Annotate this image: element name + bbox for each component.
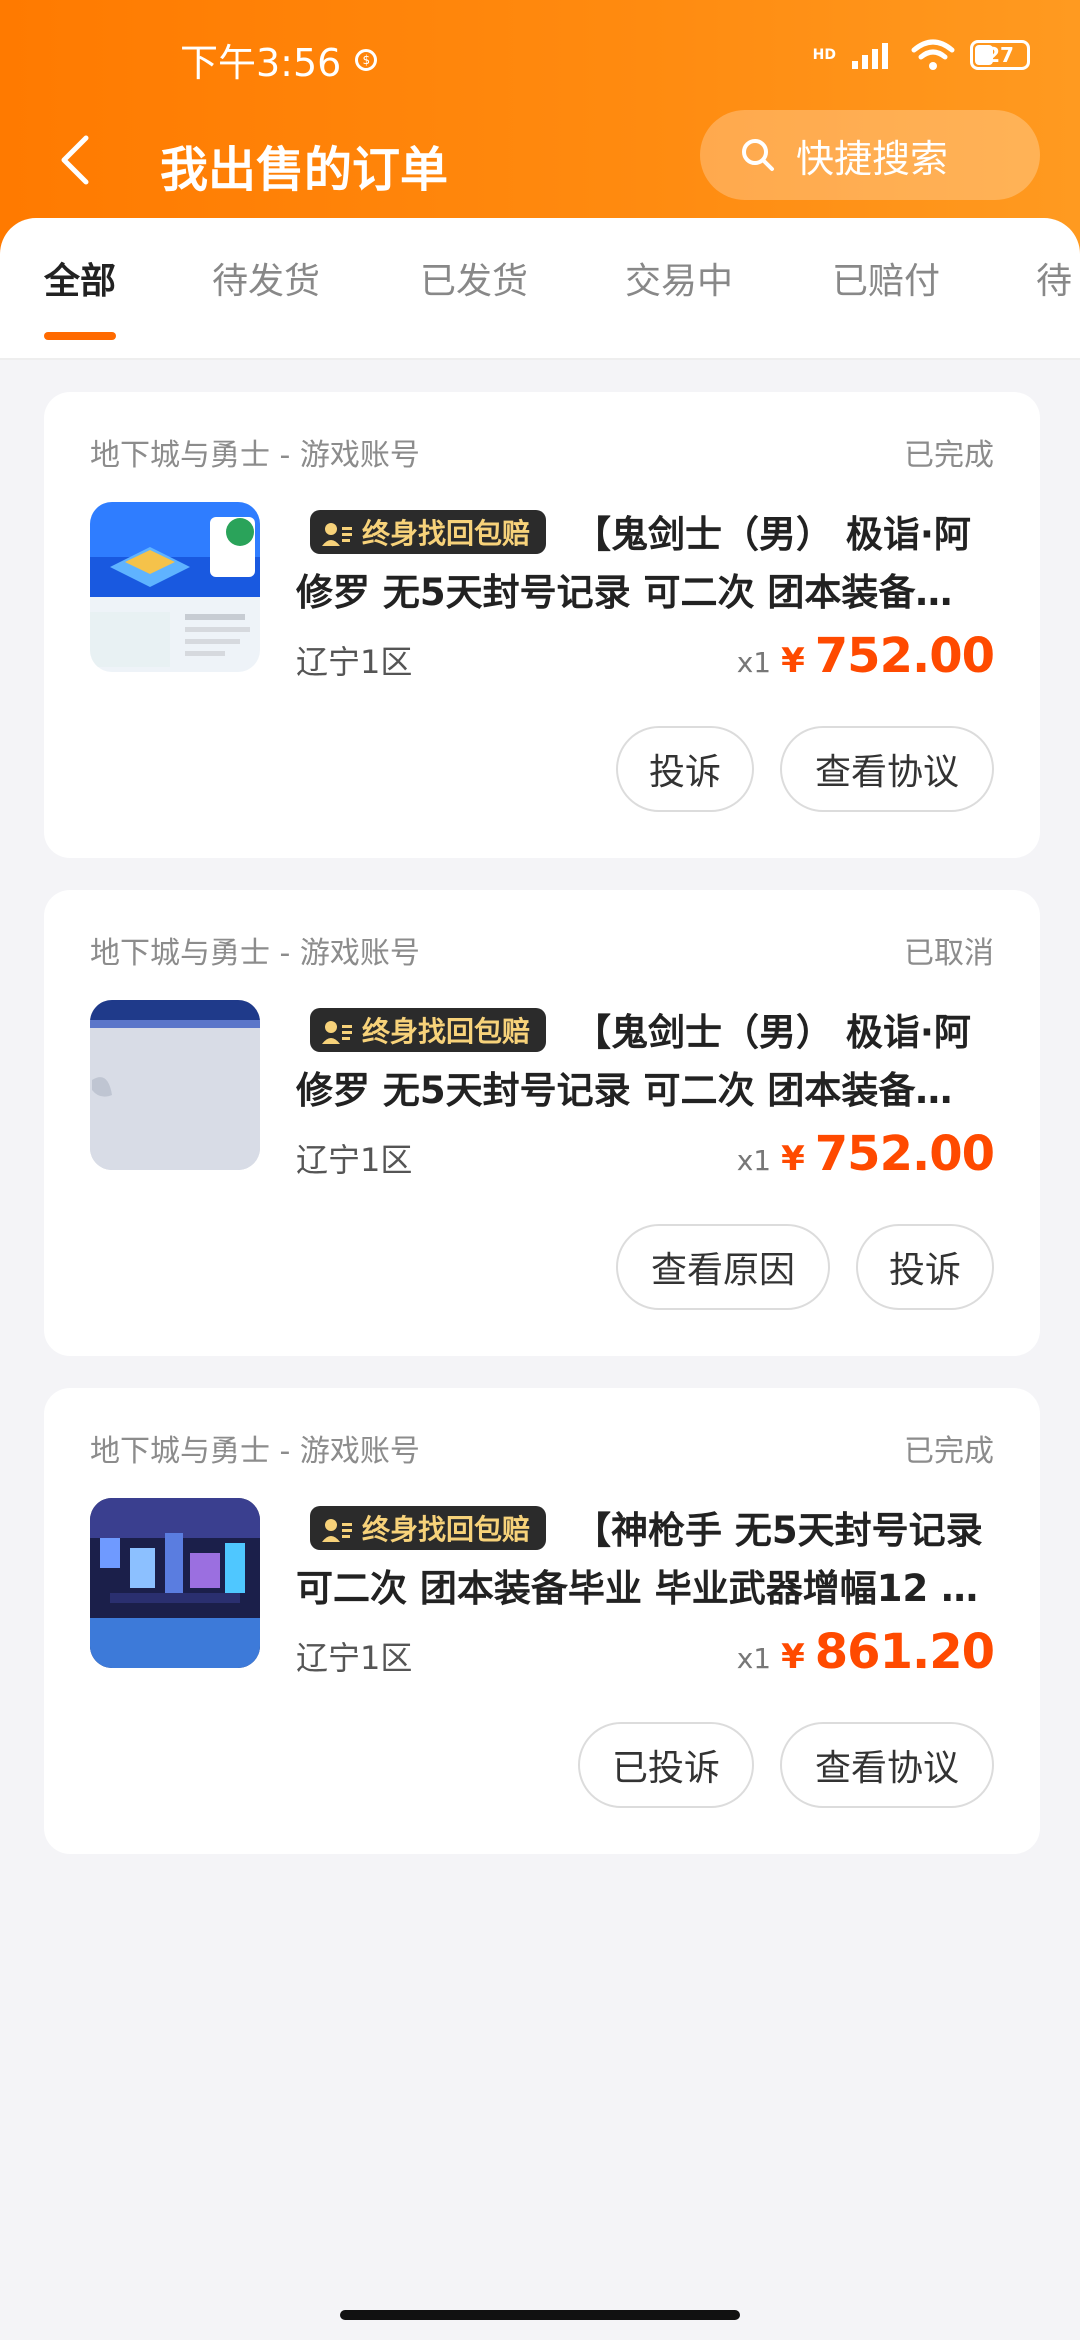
status-time: 下午3:56 $ (180, 32, 378, 87)
badge-text: 终身找回包赔 (362, 517, 531, 550)
order-price: x1 ¥ 861.20 (736, 1624, 995, 1680)
order-price: x1 ¥ 752.00 (736, 1126, 995, 1182)
search-box[interactable]: 快捷搜索 (700, 110, 1040, 200)
currency-symbol: ¥ (781, 641, 805, 681)
order-qty: x1 (736, 1144, 772, 1177)
tab-label: 交易中 (625, 261, 734, 302)
guarantee-badge: 终身找回包赔 (310, 1506, 547, 1550)
view-agreement-button[interactable]: 查看协议 (780, 726, 994, 812)
tab-shipped[interactable]: 已发货 (420, 252, 528, 304)
coin-icon: $ (355, 48, 378, 71)
signal-icon (852, 43, 888, 69)
hd-label: HD (812, 47, 836, 63)
complain-button[interactable]: 投诉 (856, 1224, 994, 1310)
search-icon (742, 139, 774, 171)
order-title-line2: 修罗 无5天封号记录 可二次 团本装备… (296, 571, 953, 614)
guarantee-badge: 终身找回包赔 (310, 510, 547, 554)
battery-level: 27 (986, 43, 1014, 67)
tab-label: 全部 (44, 261, 117, 302)
tab-active-indicator (44, 332, 117, 340)
wifi-icon (911, 39, 955, 70)
badge-text: 终身找回包赔 (362, 1015, 531, 1048)
tab-all[interactable]: 全部 (44, 252, 117, 340)
product-thumbnail[interactable] (90, 1498, 260, 1668)
user-shield-icon (322, 1516, 352, 1542)
user-shield-icon (322, 520, 352, 546)
status-time-text: 下午3:56 (180, 41, 342, 85)
user-shield-icon (322, 1018, 352, 1044)
badge-text: 终身找回包赔 (362, 1513, 531, 1546)
price-amount: 752.00 (814, 628, 995, 684)
tab-label: 待发货 (212, 261, 321, 302)
order-qty: x1 (736, 1642, 772, 1675)
order-tabs: 全部 待发货 已发货 交易中 已赔付 待 (0, 218, 1080, 360)
order-status: 已完成 (904, 1434, 994, 1469)
currency-symbol: ¥ (781, 1637, 805, 1677)
order-card[interactable]: 地下城与勇士 - 游戏账号 已取消 终身找回包赔 【鬼剑士（男） 极诣·阿 修罗… (44, 890, 1040, 1356)
order-title-line1: 【神枪手 无5天封号记录 (574, 1509, 983, 1552)
order-game: 地下城与勇士 - 游戏账号 (90, 438, 420, 473)
view-agreement-button[interactable]: 查看协议 (780, 1722, 994, 1808)
view-reason-button[interactable]: 查看原因 (616, 1224, 830, 1310)
order-region: 辽宁1区 (296, 1141, 413, 1179)
order-game: 地下城与勇士 - 游戏账号 (90, 1434, 420, 1469)
order-title-line1: 【鬼剑士（男） 极诣·阿 (574, 513, 971, 556)
back-button[interactable] (48, 130, 108, 190)
order-title-line2: 可二次 团本装备毕业 毕业武器增幅12 … (296, 1567, 979, 1610)
price-amount: 861.20 (814, 1624, 995, 1680)
status-icons: HD 27 (813, 38, 1030, 72)
order-card[interactable]: 地下城与勇士 - 游戏账号 已完成 终身找回包赔 【鬼剑士（男） 极诣·阿 修罗… (44, 392, 1040, 858)
guarantee-badge: 终身找回包赔 (310, 1008, 547, 1052)
tab-label: 已发货 (420, 261, 529, 302)
order-qty: x1 (736, 646, 772, 679)
tab-compensated[interactable]: 已赔付 (832, 252, 940, 304)
order-status: 已完成 (904, 438, 994, 473)
battery-icon: 27 (970, 40, 1030, 70)
complained-button[interactable]: 已投诉 (578, 1722, 754, 1808)
product-thumbnail[interactable] (90, 1000, 260, 1170)
tab-pending-ship[interactable]: 待发货 (212, 252, 320, 304)
home-indicator[interactable] (340, 2310, 740, 2320)
order-card[interactable]: 地下城与勇士 - 游戏账号 已完成 终身找回包赔 【神枪手 无5天封号记录 可二… (44, 1388, 1040, 1854)
tab-in-trade[interactable]: 交易中 (625, 252, 733, 304)
order-title-line2: 修罗 无5天封号记录 可二次 团本装备… (296, 1069, 953, 1112)
order-price: x1 ¥ 752.00 (736, 628, 995, 684)
search-placeholder: 快捷搜索 (796, 136, 949, 181)
page-title: 我出售的订单 (160, 142, 449, 198)
tab-more[interactable]: 待 (1036, 252, 1072, 304)
order-game: 地下城与勇士 - 游戏账号 (90, 936, 420, 971)
chevron-left-icon (61, 135, 89, 185)
product-thumbnail[interactable] (90, 502, 260, 672)
complain-button[interactable]: 投诉 (616, 726, 754, 812)
order-title-line1: 【鬼剑士（男） 极诣·阿 (574, 1011, 971, 1054)
currency-symbol: ¥ (781, 1139, 805, 1179)
order-region: 辽宁1区 (296, 1639, 413, 1677)
tab-label: 待 (1036, 261, 1073, 302)
tab-label: 已赔付 (832, 261, 941, 302)
order-status: 已取消 (904, 936, 994, 971)
app-header: 我出售的订单 快捷搜索 (0, 110, 1080, 210)
price-amount: 752.00 (814, 1126, 995, 1182)
order-region: 辽宁1区 (296, 643, 413, 681)
